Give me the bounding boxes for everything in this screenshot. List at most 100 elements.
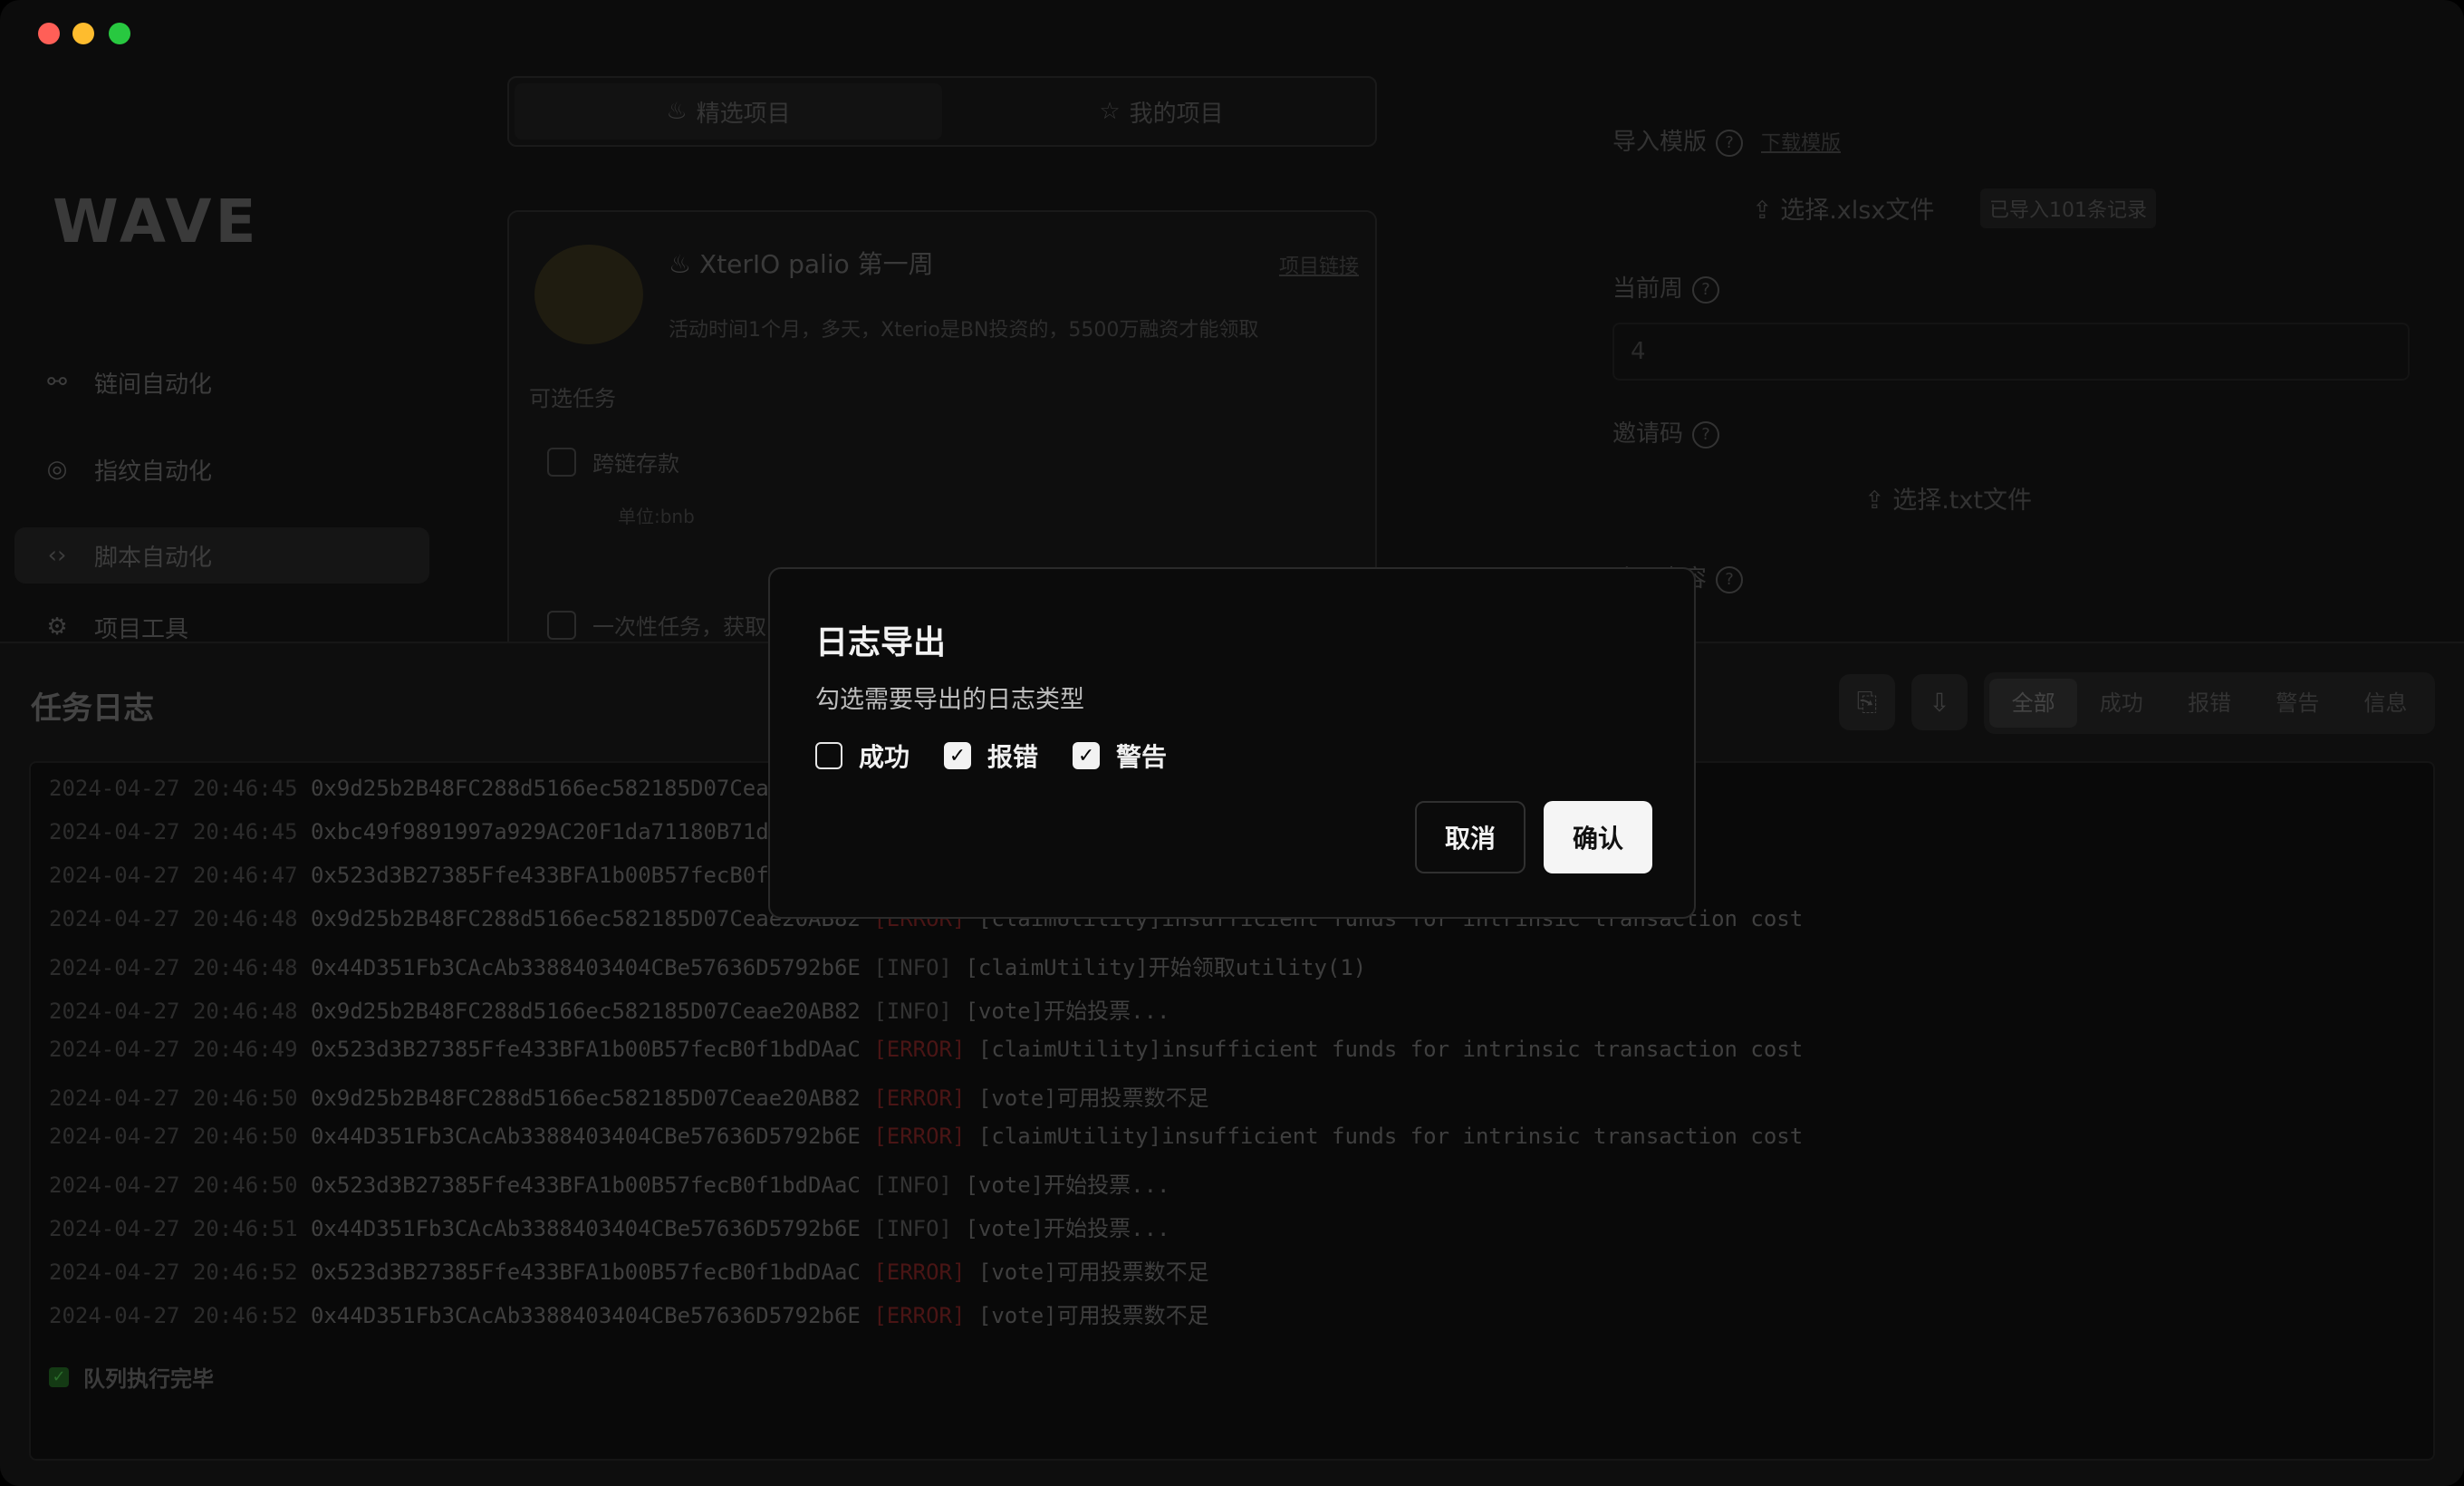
star-icon: ☆ bbox=[1099, 98, 1121, 125]
sidebar-item-fingerprint-automation[interactable]: ◎ 指纹自动化 bbox=[43, 442, 212, 497]
log-line: 2024-04-27 20:46:48 0x44D351Fb3CAcAb3388… bbox=[49, 950, 1366, 981]
log-address: 0x523d3B27385Ffe433BFA1b00B57fecB0f bbox=[310, 863, 783, 888]
log-filter-segment: 全部 成功 报错 警告 信息 bbox=[1984, 672, 2435, 734]
sidebar-item-label: 指纹自动化 bbox=[94, 458, 213, 486]
task-checkbox[interactable] bbox=[547, 611, 576, 640]
project-description: 活动时间1个月，多天，Xterio是BN投资的，5500万融资才能领取 bbox=[669, 319, 1259, 342]
log-timestamp: 2024-04-27 20:46:52 bbox=[49, 1303, 311, 1328]
file-download-icon: ⇩ bbox=[1929, 687, 1950, 718]
confirm-button[interactable]: 确认 bbox=[1544, 801, 1652, 873]
dialog-description: 勾选需要导出的日志类型 bbox=[815, 686, 1084, 714]
fire-icon: ♨ bbox=[669, 249, 700, 279]
log-line: 2024-04-27 20:46:45 0x9d25b2B48FC288d516… bbox=[49, 776, 873, 801]
sidebar-item-chain-automation[interactable]: ⚯ 链间自动化 bbox=[43, 355, 212, 410]
log-level: [ERROR] bbox=[873, 1124, 978, 1149]
log-timestamp: 2024-04-27 20:46:47 bbox=[49, 863, 311, 888]
log-address: 0x44D351Fb3CAcAb3388403404CBe57636D5792b… bbox=[310, 955, 874, 980]
option-error[interactable]: ✓ 报错 bbox=[944, 738, 1038, 774]
filter-warning[interactable]: 警告 bbox=[2254, 679, 2342, 728]
app-window: WAVE ⚯ 链间自动化 ◎ 指纹自动化 ‹› 脚本自动化 ⚙ 项目工具 ♨ 精… bbox=[0, 0, 2464, 1486]
check-icon: ✓ bbox=[49, 1366, 69, 1387]
log-timestamp: 2024-04-27 20:46:48 bbox=[49, 906, 311, 931]
help-icon: ? bbox=[1692, 275, 1720, 304]
log-timestamp: 2024-04-27 20:46:48 bbox=[49, 999, 311, 1024]
log-level: [ERROR] bbox=[873, 1259, 978, 1285]
log-line: 2024-04-27 20:46:52 0x44D351Fb3CAcAb3388… bbox=[49, 1298, 1209, 1329]
checkbox-error[interactable]: ✓ bbox=[944, 742, 972, 769]
dialog-title: 日志导出 bbox=[815, 624, 947, 661]
option-warning[interactable]: ✓ 警告 bbox=[1073, 738, 1167, 774]
log-line: 2024-04-27 20:46:50 0x9d25b2B48FC288d516… bbox=[49, 1080, 1209, 1112]
cancel-button[interactable]: 取消 bbox=[1415, 801, 1526, 873]
log-level: [INFO] bbox=[873, 955, 966, 980]
download-template-link[interactable]: 下载模版 bbox=[1761, 127, 1841, 156]
sidebar-item-tools[interactable]: ⚙ 项目工具 bbox=[43, 613, 188, 642]
tool-icon: ⚙ bbox=[46, 613, 68, 641]
minimize-window-button[interactable] bbox=[72, 23, 94, 44]
log-address: 0x44D351Fb3CAcAb3388403404CBe57636D5792b… bbox=[310, 1124, 874, 1149]
log-level: [ERROR] bbox=[873, 1037, 978, 1062]
log-line: 2024-04-27 20:46:47 0x523d3B27385Ffe433B… bbox=[49, 863, 782, 888]
log-address: 0x9d25b2B48FC288d5166ec582185D07Ceae20AB… bbox=[310, 999, 874, 1024]
optional-tasks-heading: 可选任务 bbox=[529, 386, 616, 411]
log-timestamp: 2024-04-27 20:46:50 bbox=[49, 1086, 311, 1111]
log-address: 0x523d3B27385Ffe433BFA1b00B57fecB0f1bdDA… bbox=[310, 1259, 874, 1285]
project-avatar bbox=[534, 245, 643, 344]
log-address: 0x44D351Fb3CAcAb3388403404CBe57636D5792b… bbox=[310, 1216, 874, 1241]
log-timestamp: 2024-04-27 20:46:51 bbox=[49, 1216, 311, 1241]
log-message: [claimUtility]insufficient funds for int… bbox=[977, 1124, 1804, 1149]
check-icon: ✓ bbox=[948, 744, 967, 767]
file-excel-icon: ⎘ bbox=[1856, 687, 1878, 717]
task-checkbox[interactable] bbox=[547, 448, 576, 477]
tab-my-projects[interactable]: ☆ 我的项目 bbox=[948, 78, 1375, 145]
task-label: 一次性任务，获取 bbox=[592, 614, 766, 640]
sidebar-item-label: 链间自动化 bbox=[94, 371, 213, 399]
log-message: [vote]开始投票... bbox=[965, 999, 1170, 1024]
sidebar-item-script-automation[interactable]: ‹› 脚本自动化 bbox=[43, 528, 212, 583]
tab-featured-projects[interactable]: ♨ 精选项目 bbox=[515, 83, 942, 140]
link-nodes-icon: ⚯ bbox=[47, 369, 67, 396]
upload-icon: ⇪ bbox=[1864, 487, 1893, 515]
log-address: 0x44D351Fb3CAcAb3388403404CBe57636D5792b… bbox=[310, 1303, 874, 1328]
imported-count-badge: 已导入101条记录 bbox=[1980, 188, 2156, 228]
help-icon: ? bbox=[1716, 565, 1744, 593]
filter-info[interactable]: 信息 bbox=[2342, 679, 2430, 728]
log-address: 0x9d25b2B48FC288d5166ec582185D07Ceae20AB… bbox=[310, 1086, 874, 1111]
filter-success[interactable]: 成功 bbox=[2077, 679, 2165, 728]
task-unit-input[interactable]: 单位:bnb bbox=[618, 502, 695, 528]
checkbox-warning[interactable]: ✓ bbox=[1073, 742, 1101, 769]
project-link[interactable]: 项目链接 bbox=[1279, 250, 1359, 279]
task-label: 跨链存款 bbox=[592, 451, 679, 477]
log-line: 2024-04-27 20:46:50 0x44D351Fb3CAcAb3388… bbox=[49, 1124, 1803, 1149]
log-address: 0x523d3B27385Ffe433BFA1b00B57fecB0f1bdDA… bbox=[310, 1172, 874, 1198]
log-timestamp: 2024-04-27 20:46:50 bbox=[49, 1124, 311, 1149]
project-title: ♨ XterIO palio 第一周 bbox=[669, 249, 934, 279]
log-level: [ERROR] bbox=[873, 1086, 978, 1111]
log-timestamp: 2024-04-27 20:46:48 bbox=[49, 955, 311, 980]
close-window-button[interactable] bbox=[38, 23, 60, 44]
export-excel-button[interactable]: ⎘ bbox=[1839, 674, 1895, 730]
log-line: 2024-04-27 20:46:50 0x523d3B27385Ffe433B… bbox=[49, 1167, 1170, 1199]
filter-error[interactable]: 报错 bbox=[2165, 679, 2253, 728]
option-success[interactable]: 成功 bbox=[815, 738, 910, 774]
upload-xlsx-button[interactable]: ⇪ 选择.xlsx文件 bbox=[1752, 190, 1934, 226]
upload-icon: ⇪ bbox=[1752, 197, 1781, 225]
upload-txt-button[interactable]: ⇪ 选择.txt文件 bbox=[1864, 480, 2032, 516]
log-timestamp: 2024-04-27 20:46:45 bbox=[49, 776, 311, 801]
log-message: [vote]可用投票数不足 bbox=[977, 1086, 1209, 1111]
log-line: 2024-04-27 20:46:49 0x523d3B27385Ffe433B… bbox=[49, 1037, 1803, 1062]
invite-code-label: 邀请码? bbox=[1612, 415, 1720, 449]
maximize-window-button[interactable] bbox=[109, 23, 130, 44]
log-timestamp: 2024-04-27 20:46:52 bbox=[49, 1259, 311, 1285]
export-file-button[interactable]: ⇩ bbox=[1911, 674, 1968, 730]
checkbox-success[interactable] bbox=[815, 742, 842, 769]
log-message: [vote]可用投票数不足 bbox=[977, 1303, 1209, 1328]
code-icon: ‹› bbox=[47, 542, 67, 569]
app-logo: WAVE bbox=[53, 187, 260, 256]
filter-all[interactable]: 全部 bbox=[1989, 679, 2078, 728]
current-week-input[interactable]: 4 bbox=[1612, 323, 2410, 381]
help-icon: ? bbox=[1716, 129, 1744, 157]
log-address: 0x523d3B27385Ffe433BFA1b00B57fecB0f1bdDA… bbox=[310, 1037, 874, 1062]
project-tabs: ♨ 精选项目 ☆ 我的项目 bbox=[507, 76, 1377, 147]
log-timestamp: 2024-04-27 20:46:45 bbox=[49, 819, 311, 844]
